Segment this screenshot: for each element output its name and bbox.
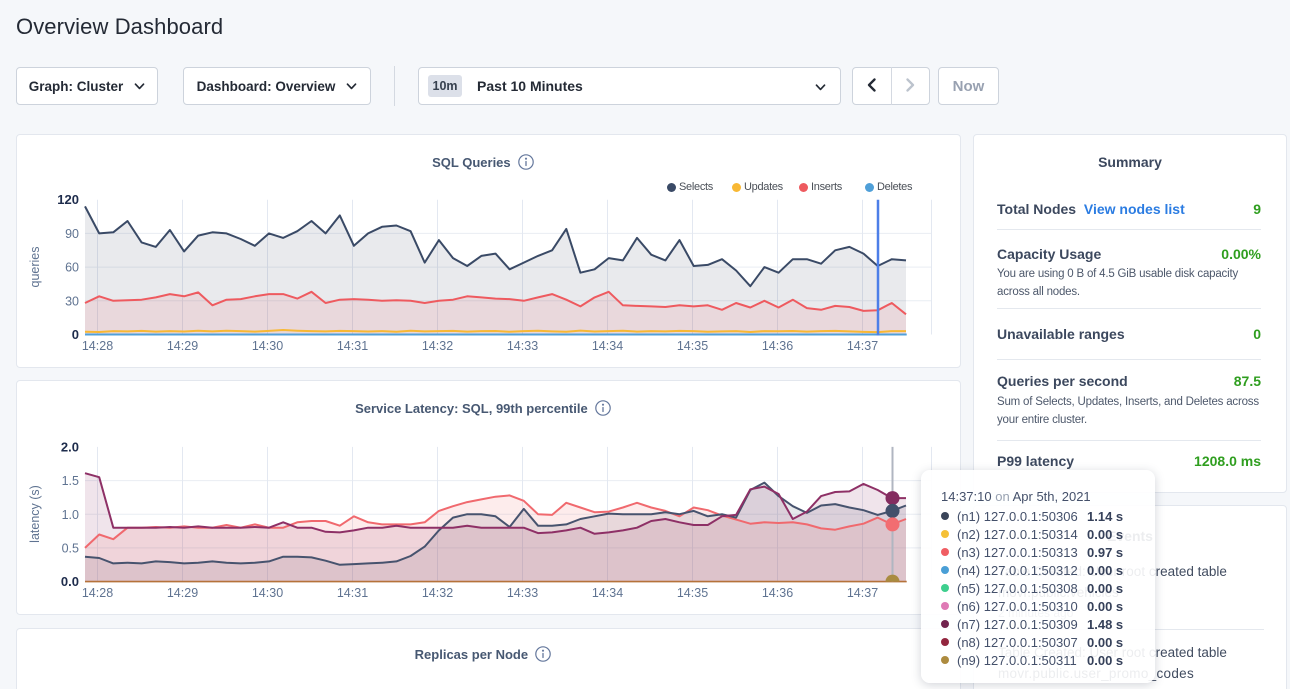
svg-text:14:37: 14:37: [847, 339, 878, 353]
svg-text:14:34: 14:34: [592, 586, 623, 600]
svg-text:14:36: 14:36: [762, 586, 793, 600]
svg-text:14:29: 14:29: [167, 586, 198, 600]
svg-text:queries: queries: [28, 247, 42, 288]
svg-text:14:37: 14:37: [847, 586, 878, 600]
svg-text:latency (s): latency (s): [28, 485, 42, 543]
svg-text:14:35: 14:35: [677, 339, 708, 353]
svg-text:14:33: 14:33: [507, 339, 538, 353]
svg-text:60: 60: [65, 261, 79, 275]
svg-text:30: 30: [65, 294, 79, 308]
svg-text:14:30: 14:30: [252, 339, 283, 353]
svg-text:0: 0: [72, 327, 79, 342]
svg-text:1.0: 1.0: [62, 508, 79, 522]
svg-text:14:32: 14:32: [422, 339, 453, 353]
svg-text:14:35: 14:35: [677, 586, 708, 600]
svg-text:90: 90: [65, 227, 79, 241]
svg-text:14:31: 14:31: [337, 586, 368, 600]
svg-text:14:28: 14:28: [82, 586, 113, 600]
svg-text:2.0: 2.0: [61, 439, 79, 454]
svg-text:14:32: 14:32: [422, 586, 453, 600]
svg-text:0.0: 0.0: [61, 574, 79, 589]
svg-text:14:28: 14:28: [82, 339, 113, 353]
svg-text:14:31: 14:31: [337, 339, 368, 353]
svg-text:14:33: 14:33: [507, 586, 538, 600]
svg-text:14:29: 14:29: [167, 339, 198, 353]
svg-text:120: 120: [57, 192, 79, 207]
svg-text:0.5: 0.5: [62, 542, 79, 556]
svg-text:14:34: 14:34: [592, 339, 623, 353]
svg-text:1.5: 1.5: [62, 474, 79, 488]
svg-text:14:30: 14:30: [252, 586, 283, 600]
svg-text:14:36: 14:36: [762, 339, 793, 353]
